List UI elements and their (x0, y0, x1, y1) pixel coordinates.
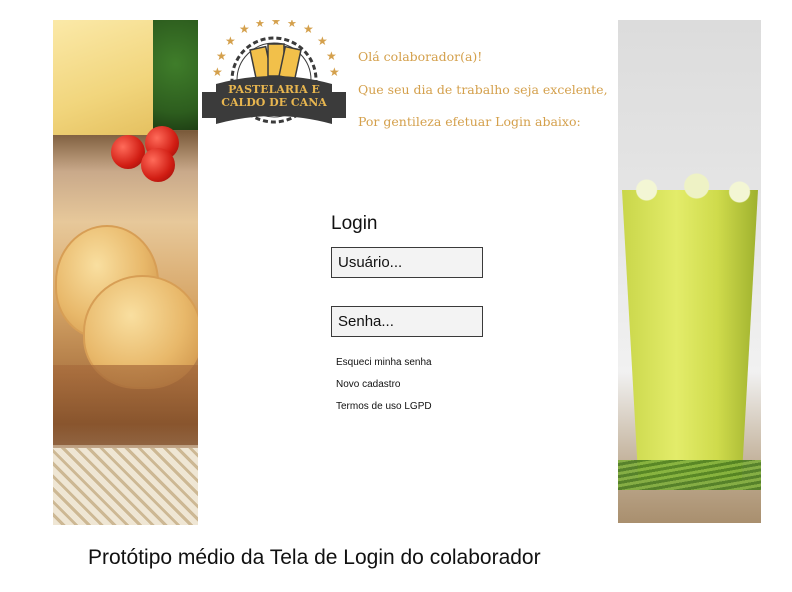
woven-mat (53, 448, 198, 525)
juice-cup (622, 190, 758, 480)
forgot-password-link[interactable]: Esqueci minha senha (336, 357, 432, 368)
svg-text:★: ★ (329, 65, 340, 79)
lgpd-terms-link[interactable]: Termos de uso LGPD (336, 401, 432, 412)
username-input[interactable] (331, 247, 483, 278)
new-registration-link[interactable]: Novo cadastro (336, 379, 400, 390)
svg-text:★: ★ (271, 20, 281, 28)
pastel-photo (53, 20, 198, 525)
svg-text:★: ★ (225, 34, 236, 48)
password-input[interactable] (331, 306, 483, 337)
brand-logo: ★ ★ ★ ★ ★ ★ ★ ★ ★ ★ ★ PASTELARIA E CALDO… (198, 16, 350, 138)
svg-text:★: ★ (255, 20, 265, 30)
sugarcane-juice-photo (618, 20, 761, 523)
pastel-icon (249, 43, 302, 81)
ice-cubes (618, 170, 761, 210)
logo-emblem: ★ ★ ★ ★ ★ ★ ★ ★ ★ ★ ★ (202, 16, 346, 124)
greens (153, 20, 198, 130)
greeting-line-2: Que seu dia de trabalho seja excelente, (358, 82, 608, 97)
login-title: Login (331, 213, 378, 234)
prototype-caption: Protótipo médio da Tela de Login do cola… (88, 546, 541, 569)
svg-text:★: ★ (326, 49, 337, 63)
logo-text-line1: PASTELARIA E (228, 83, 320, 96)
svg-text:★: ★ (317, 34, 328, 48)
svg-text:★: ★ (239, 22, 250, 36)
greeting-line-1: Olá colaborador(a)! (358, 49, 483, 64)
svg-text:★: ★ (303, 22, 314, 36)
logo-text-line2: CALDO DE CANA (221, 96, 327, 109)
cane-leaves (618, 460, 761, 490)
svg-text:★: ★ (216, 49, 227, 63)
cheese-block (53, 20, 163, 135)
wood-board (53, 365, 198, 445)
svg-text:★: ★ (287, 20, 297, 30)
tomato (141, 148, 175, 182)
svg-text:★: ★ (212, 65, 223, 79)
greeting-line-3: Por gentileza efetuar Login abaixo: (358, 114, 581, 129)
tomato (111, 135, 145, 169)
